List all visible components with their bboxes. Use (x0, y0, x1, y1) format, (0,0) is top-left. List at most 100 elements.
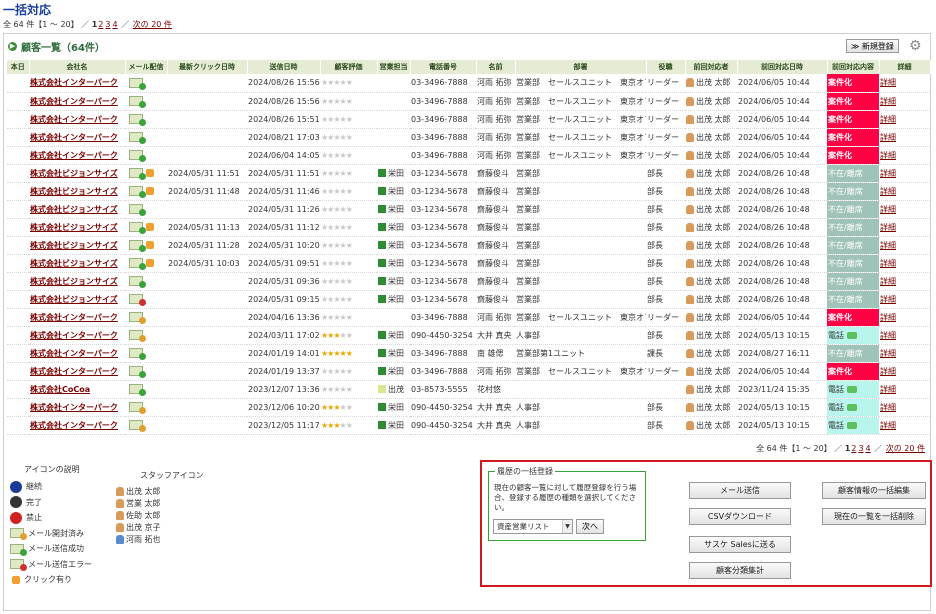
table-row[interactable]: 株式会社ビジョンサイズ 2024/05/31 09:15 ★★★★★ 栄田 03-123… (7, 290, 930, 309)
table-row[interactable]: 株式会社ビジョンサイズ 2024/05/31 11:51 2024/05/31 11… (7, 164, 930, 183)
company-link[interactable]: 株式会社インターパーク (30, 403, 118, 412)
detail-link[interactable]: 詳細 (880, 205, 896, 214)
detail-link[interactable]: 詳細 (880, 187, 896, 196)
table-row[interactable]: 株式会社ビジョンサイズ 2024/05/31 09:36 ★★★★★ 栄田 03-123… (7, 272, 930, 291)
gear-icon[interactable]: ⚙ (909, 39, 922, 53)
company-link[interactable]: 株式会社ビジョンサイズ (30, 277, 118, 286)
col-header-sent[interactable]: 送信日時 (247, 60, 321, 74)
table-row[interactable]: 株式会社インターパーク 2024/06/04 14:05 ★★★★★ 03-3496-… (7, 146, 930, 165)
bulk-edit-button[interactable]: 顧客情報の一括編集 (822, 482, 926, 499)
comment-icon[interactable] (847, 421, 857, 429)
col-header-phone[interactable]: 電話番号 (410, 60, 477, 74)
table-row[interactable]: 株式会社インターパーク 2024/01/19 14:01 ★★★★★ 栄田 03-349… (7, 344, 930, 363)
col-header-today[interactable]: 本日 (7, 60, 30, 74)
company-link[interactable]: 株式会社CoCoa (30, 385, 90, 394)
detail-link[interactable]: 詳細 (880, 259, 896, 268)
company-link[interactable]: 株式会社インターパーク (30, 421, 118, 430)
table-row[interactable]: 株式会社インターパーク 2023/12/05 11:17 ★★★★★ 栄田 090-44… (7, 416, 930, 435)
detail-link[interactable]: 詳細 (880, 169, 896, 178)
table-row[interactable]: 株式会社インターパーク 2024/08/26 15:56 ★★★★★ 03-3496-… (7, 92, 930, 111)
col-header-staff[interactable]: 営業担当 (377, 60, 411, 74)
table-row[interactable]: 株式会社インターパーク 2024/08/21 17:03 ★★★★★ 03-3496-… (7, 128, 930, 147)
company-link[interactable]: 株式会社インターパーク (30, 349, 118, 358)
bulk-delete-button[interactable]: 現在の一覧を一括削除 (822, 508, 926, 525)
bulk-next-button[interactable]: 次へ (576, 519, 604, 534)
col-header-position[interactable]: 役職 (646, 60, 686, 74)
today-cell (7, 110, 29, 129)
comment-icon[interactable] (847, 331, 857, 339)
page-3[interactable]: 3 (105, 20, 110, 29)
detail-link[interactable]: 詳細 (880, 403, 896, 412)
table-row[interactable]: 株式会社インターパーク 2024/08/26 15:51 ★★★★★ 03-3496-… (7, 110, 930, 129)
detail-link[interactable]: 詳細 (880, 295, 896, 304)
company-link[interactable]: 株式会社ビジョンサイズ (30, 187, 118, 196)
company-link[interactable]: 株式会社インターパーク (30, 151, 118, 160)
table-row[interactable]: 株式会社ビジョンサイズ 2024/05/31 11:48 2024/05/31 11… (7, 182, 930, 201)
page-1[interactable]: 1 (845, 444, 851, 453)
detail-link[interactable]: 詳細 (880, 78, 896, 87)
table-row[interactable]: 株式会社ビジョンサイズ 2024/05/31 10:03 2024/05/31 09… (7, 254, 930, 273)
page-4[interactable]: 4 (866, 444, 871, 453)
comment-icon[interactable] (847, 385, 857, 393)
table-row[interactable]: 株式会社ビジョンサイズ 2024/05/31 11:13 2024/05/31 11… (7, 218, 930, 237)
comment-icon[interactable] (847, 403, 857, 411)
company-link[interactable]: 株式会社ビジョンサイズ (30, 241, 118, 250)
page-4[interactable]: 4 (112, 20, 117, 29)
col-header-prev-date[interactable]: 前回対応日時 (737, 60, 828, 74)
detail-link[interactable]: 詳細 (880, 421, 896, 430)
detail-link[interactable]: 詳細 (880, 367, 896, 376)
detail-link[interactable]: 詳細 (880, 241, 896, 250)
detail-link[interactable]: 詳細 (880, 133, 896, 142)
col-header-name[interactable]: 名前 (476, 60, 516, 74)
history-type-select[interactable]: 資産営業リスト ▼ (493, 519, 573, 534)
table-row[interactable]: 株式会社インターパーク 2023/12/06 10:20 ★★★★★ 栄田 090-44… (7, 398, 930, 417)
page-1[interactable]: 1 (92, 20, 98, 29)
company-link[interactable]: 株式会社インターパーク (30, 78, 118, 87)
detail-link[interactable]: 詳細 (880, 277, 896, 286)
detail-link[interactable]: 詳細 (880, 331, 896, 340)
new-register-button[interactable]: ≫ 新規登録 (846, 39, 899, 53)
company-link[interactable]: 株式会社インターパーク (30, 313, 118, 322)
page-2[interactable]: 2 (851, 444, 856, 453)
detail-link[interactable]: 詳細 (880, 313, 896, 322)
detail-link[interactable]: 詳細 (880, 97, 896, 106)
detail-link[interactable]: 詳細 (880, 151, 896, 160)
csv-download-button[interactable]: CSVダウンロード (689, 508, 791, 525)
company-link[interactable]: 株式会社ビジョンサイズ (30, 205, 118, 214)
company-link[interactable]: 株式会社インターパーク (30, 115, 118, 124)
company-link[interactable]: 株式会社ビジョンサイズ (30, 295, 118, 304)
col-header-company[interactable]: 会社名 (29, 60, 126, 74)
table-row[interactable]: 株式会社CoCoa 2023/12/07 13:36 ★★★★★ 出茂 03-8573-… (7, 380, 930, 399)
col-header-last-click[interactable]: 最新クリック日時 (167, 60, 248, 74)
table-row[interactable]: 株式会社ビジョンサイズ 2024/05/31 11:26 ★★★★★ 栄田 03-123… (7, 200, 930, 219)
col-header-mail[interactable]: メール配信 (125, 60, 168, 74)
company-link[interactable]: 株式会社ビジョンサイズ (30, 259, 118, 268)
send-to-sasuke-button[interactable]: サスケ Salesに送る (689, 536, 791, 553)
next-page-link[interactable]: 次の 20 件 (886, 444, 925, 453)
company-link[interactable]: 株式会社インターパーク (30, 97, 118, 106)
company-link[interactable]: 株式会社インターパーク (30, 367, 118, 376)
col-header-detail[interactable]: 詳細 (879, 60, 931, 74)
col-header-prev-person[interactable]: 前回対応者 (685, 60, 738, 74)
send-mail-button[interactable]: メール送信 (689, 482, 791, 499)
col-header-prev-content[interactable]: 前回対応内容 (827, 60, 880, 74)
page-2[interactable]: 2 (98, 20, 103, 29)
col-header-dept[interactable]: 部署 (515, 60, 647, 74)
table-row[interactable]: 株式会社ビジョンサイズ 2024/05/31 11:28 2024/05/31 10… (7, 236, 930, 255)
company-link[interactable]: 株式会社ビジョンサイズ (30, 169, 118, 178)
col-header-rating[interactable]: 顧客評価 (320, 60, 378, 74)
detail-link[interactable]: 詳細 (880, 385, 896, 394)
table-row[interactable]: 株式会社インターパーク 2024/01/19 13:37 ★★★★★ 栄田 03-349… (7, 362, 930, 381)
company-link[interactable]: 株式会社インターパーク (30, 133, 118, 142)
company-link[interactable]: 株式会社ビジョンサイズ (30, 223, 118, 232)
company-link[interactable]: 株式会社インターパーク (30, 331, 118, 340)
detail-link[interactable]: 詳細 (880, 115, 896, 124)
table-row[interactable]: 株式会社インターパーク 2024/08/26 15:56 ★★★★★ 03-3496-… (7, 74, 930, 93)
table-row[interactable]: 株式会社インターパーク 2024/03/11 17:02 ★★★★★ 栄田 090-44… (7, 326, 930, 345)
page-3[interactable]: 3 (858, 444, 863, 453)
next-page-link[interactable]: 次の 20 件 (133, 20, 172, 29)
table-row[interactable]: 株式会社インターパーク 2024/04/16 13:36 ★★★★★ 03-3496-… (7, 308, 930, 327)
detail-link[interactable]: 詳細 (880, 223, 896, 232)
category-summary-button[interactable]: 顧客分類集計 (689, 562, 791, 579)
detail-link[interactable]: 詳細 (880, 349, 896, 358)
